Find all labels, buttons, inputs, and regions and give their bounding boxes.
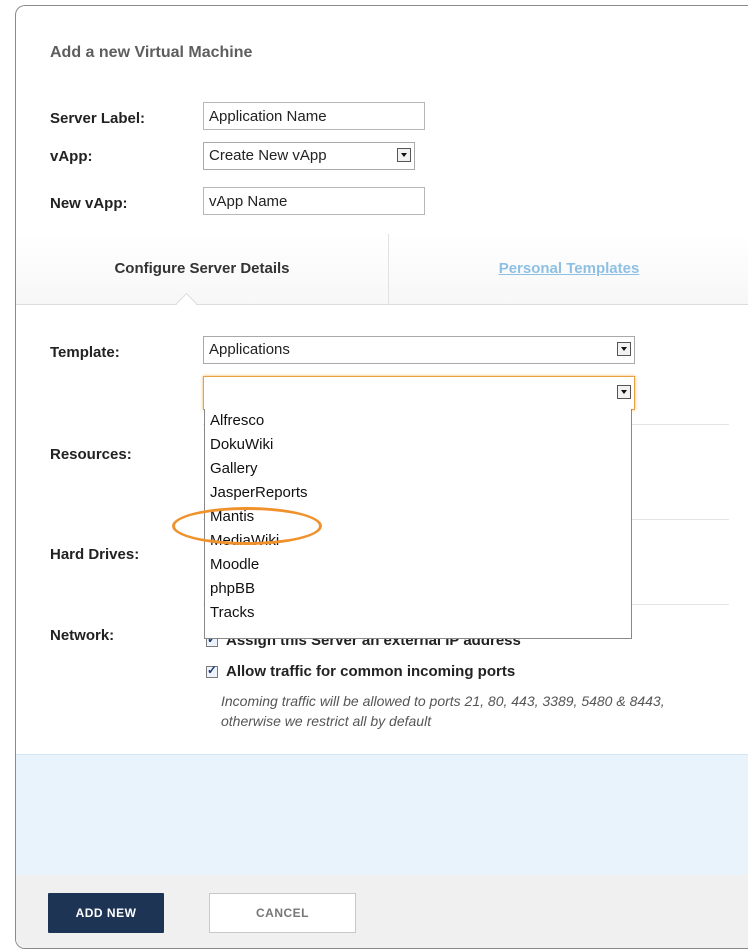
dialog-title: Add a new Virtual Machine: [50, 44, 253, 61]
vapp-selected-value: Create New vApp: [209, 147, 327, 164]
vapp-select[interactable]: Create New vApp: [203, 142, 415, 170]
mantis-highlight-ring: [172, 507, 322, 545]
resources-label: Resources:: [50, 446, 132, 463]
template-select[interactable]: Applications: [203, 336, 635, 364]
info-band: [16, 754, 748, 876]
chevron-down-icon[interactable]: [397, 148, 411, 162]
add-vm-dialog: Add a new Virtual Machine Server Label: …: [15, 5, 748, 949]
option-alfresco[interactable]: Alfresco: [205, 409, 631, 433]
tab-personal-templates[interactable]: Personal Templates: [389, 234, 748, 304]
new-vapp-input[interactable]: vApp Name: [203, 187, 425, 215]
traffic-note: Incoming traffic will be allowed to port…: [221, 693, 665, 729]
template-label: Template:: [50, 344, 120, 361]
option-moodle[interactable]: Moodle: [205, 553, 631, 577]
option-dokuwiki[interactable]: DokuWiki: [205, 433, 631, 457]
vapp-label: vApp:: [50, 148, 93, 165]
option-jasperreports[interactable]: JasperReports: [205, 481, 631, 505]
application-select[interactable]: [203, 376, 635, 410]
chevron-down-icon[interactable]: [617, 342, 631, 356]
template-selected-value: Applications: [209, 341, 290, 358]
option-gallery[interactable]: Gallery: [205, 457, 631, 481]
option-tracks[interactable]: Tracks: [205, 601, 631, 625]
chevron-down-icon[interactable]: [617, 385, 631, 399]
new-vapp-label: New vApp:: [50, 195, 128, 212]
server-label-label: Server Label:: [50, 110, 146, 127]
option-phpbb[interactable]: phpBB: [205, 577, 631, 601]
server-label-input[interactable]: Application Name: [203, 102, 425, 130]
hard-drives-label: Hard Drives:: [50, 546, 140, 563]
network-label: Network:: [50, 627, 115, 644]
tab-bar: Configure Server Details Personal Templa…: [16, 234, 748, 305]
add-new-button[interactable]: ADD NEW: [48, 893, 164, 933]
allow-traffic-checkbox[interactable]: [206, 663, 218, 678]
tab-configure-server-details[interactable]: Configure Server Details: [16, 234, 388, 304]
cancel-button[interactable]: CANCEL: [209, 893, 356, 933]
allow-traffic-label: Allow traffic for common incoming ports: [226, 663, 516, 680]
